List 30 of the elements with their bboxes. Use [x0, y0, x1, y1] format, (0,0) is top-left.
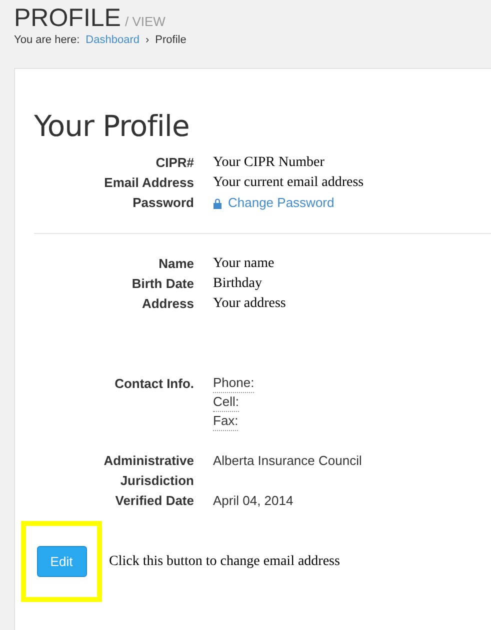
breadcrumb-link[interactable]: Dashboard — [86, 34, 140, 46]
field-value: Your CIPR Number — [213, 154, 326, 172]
field-label: Contact Info. — [114, 375, 194, 393]
contact-item: Phone: — [213, 374, 254, 393]
field-value: Alberta Insurance Council — [213, 452, 363, 470]
field-label: CIPR# — [154, 154, 194, 172]
breadcrumb-current: Profile — [155, 34, 186, 46]
lock-icon — [213, 198, 222, 208]
field-value: Your address — [213, 295, 287, 313]
page-subtitle: / VIEW — [124, 14, 166, 29]
breadcrumb-prefix: You are here: — [14, 34, 80, 46]
field-label: Verified Date — [114, 492, 194, 510]
field-label: Address — [140, 295, 194, 313]
field-label: Administrative Jurisdiction — [102, 452, 194, 490]
field-value: Birthday — [213, 275, 263, 293]
contact-item: Cell: — [213, 393, 240, 412]
instruction-note: Click this button to change email address — [109, 554, 340, 570]
edit-button[interactable]: Edit — [36, 546, 86, 577]
field-value: April 04, 2014 — [213, 492, 294, 510]
field-value: Your name — [213, 255, 276, 273]
contact-item: Fax: — [213, 412, 238, 431]
page-title: PROFILE — [14, 4, 121, 33]
field-value: Your current email address — [213, 174, 365, 192]
breadcrumb-separator: › — [145, 34, 150, 46]
field-label: Birth Date — [130, 275, 194, 293]
profile-heading: Your Profile — [34, 109, 190, 143]
change-password-link[interactable]: Change Password — [228, 193, 334, 213]
field-label: Email Address — [103, 174, 194, 192]
field-label: Name — [158, 255, 194, 273]
field-label: Password — [132, 194, 194, 212]
